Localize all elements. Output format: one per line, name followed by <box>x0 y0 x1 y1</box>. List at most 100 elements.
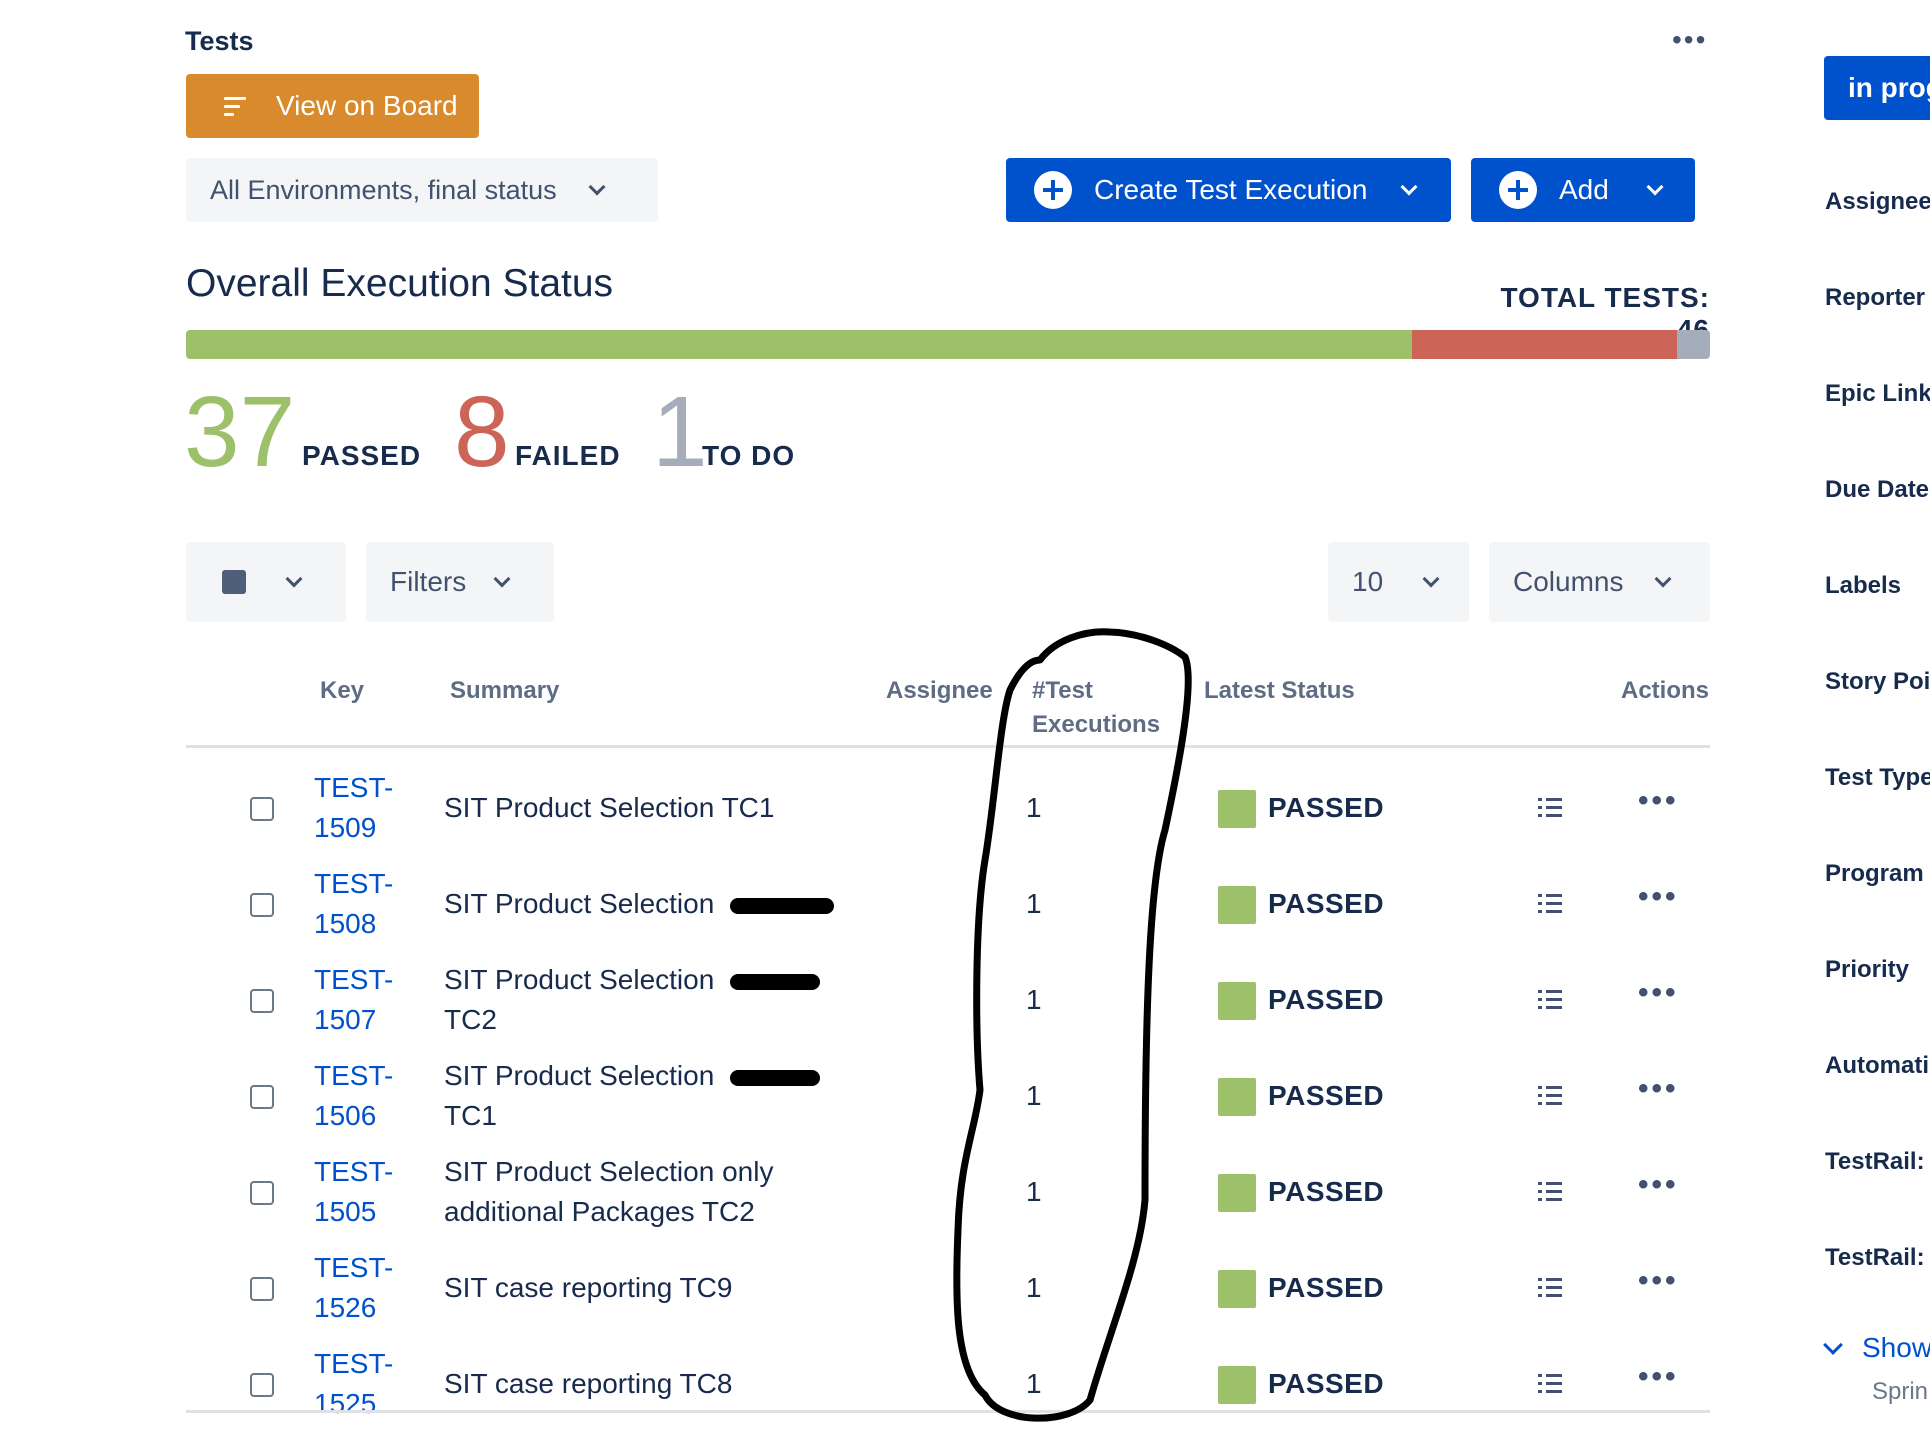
column-header-summary[interactable]: Summary <box>450 674 559 708</box>
section-title: Tests <box>185 26 254 56</box>
row-checkbox[interactable] <box>250 989 274 1013</box>
execution-list-icon[interactable] <box>1538 1278 1562 1297</box>
table-bottom-divider <box>186 1410 1710 1413</box>
execution-list-icon[interactable] <box>1538 1374 1562 1393</box>
environment-filter-select[interactable]: All Environments, final status <box>186 158 658 222</box>
sidebar-field-label: Reporter <box>1825 284 1926 311</box>
bulk-select-dropdown[interactable] <box>186 542 346 622</box>
columns-label: Columns <box>1513 566 1624 597</box>
issue-key-number: 1508 <box>314 908 377 939</box>
row-more-icon[interactable]: ••• <box>1638 880 1679 914</box>
issue-key-link[interactable]: TEST- 1526 <box>314 1248 414 1328</box>
view-on-board-button[interactable]: View on Board <box>186 74 479 138</box>
column-header-test-executions[interactable]: #Test Executions <box>1032 674 1160 742</box>
chevron-down-icon <box>1646 178 1664 196</box>
latest-status-label: PASSED <box>1268 1176 1385 1207</box>
row-checkbox[interactable] <box>250 1277 274 1301</box>
show-more-label: Show <box>1862 1332 1930 1363</box>
latest-status-label: PASSED <box>1268 984 1385 1015</box>
overall-status-title: Overall Execution Status <box>186 262 614 305</box>
row-more-icon[interactable]: ••• <box>1638 1072 1679 1106</box>
issue-summary: SIT case reporting TC8 <box>444 1364 864 1404</box>
row-more-icon[interactable]: ••• <box>1638 784 1679 818</box>
summary-line1: SIT Product Selection TC1 <box>444 792 775 823</box>
status-color-swatch <box>1218 1366 1256 1404</box>
execution-list-icon[interactable] <box>1538 798 1562 817</box>
create-test-execution-button[interactable]: Create Test Execution <box>1006 158 1451 222</box>
passed-count: 37 <box>184 376 296 488</box>
issue-key-number: 1525 <box>314 1388 377 1419</box>
sidebar-field-label: Test Type <box>1825 764 1930 791</box>
chevron-down-icon <box>1823 1335 1843 1355</box>
columns-dropdown[interactable]: Columns <box>1489 542 1710 622</box>
add-button[interactable]: Add <box>1471 158 1695 222</box>
row-checkbox[interactable] <box>250 797 274 821</box>
sidebar-field-label: Epic Link <box>1825 380 1930 407</box>
chevron-down-icon <box>1422 570 1440 588</box>
sidebar-field-label: Assignee <box>1825 188 1930 215</box>
board-icon <box>224 96 246 116</box>
issue-key-link[interactable]: TEST- 1505 <box>314 1152 414 1232</box>
latest-status-label: PASSED <box>1268 1272 1385 1303</box>
status-color-swatch <box>1218 1270 1256 1308</box>
add-circle-icon <box>1499 171 1537 209</box>
execution-list-icon[interactable] <box>1538 990 1562 1009</box>
test-executions-count: 1 <box>1026 1368 1042 1399</box>
filters-dropdown[interactable]: Filters <box>366 542 554 622</box>
row-checkbox[interactable] <box>250 1373 274 1397</box>
execution-progress-bar <box>186 330 1710 359</box>
summary-line1: SIT case reporting TC9 <box>444 1272 733 1303</box>
page-size-select[interactable]: 10 <box>1328 542 1469 622</box>
issue-key-link[interactable]: TEST- 1507 <box>314 960 414 1040</box>
execution-list-icon[interactable] <box>1538 894 1562 913</box>
execution-list-icon[interactable] <box>1538 1182 1562 1201</box>
row-more-icon[interactable]: ••• <box>1638 976 1679 1010</box>
issue-key-prefix: TEST- <box>314 1348 394 1379</box>
sidebar-field-label: Labels <box>1825 572 1902 599</box>
row-more-icon[interactable]: ••• <box>1638 1264 1679 1298</box>
view-on-board-label: View on Board <box>276 90 458 121</box>
more-options-icon[interactable]: ••• <box>1672 26 1707 54</box>
latest-status-label: PASSED <box>1268 1080 1385 1111</box>
progress-todo-segment <box>1676 330 1710 359</box>
row-checkbox[interactable] <box>250 1085 274 1109</box>
issue-key-link[interactable]: TEST- 1508 <box>314 864 414 944</box>
row-checkbox[interactable] <box>250 1181 274 1205</box>
issue-key-link[interactable]: TEST- 1506 <box>314 1056 414 1136</box>
issue-summary: SIT case reporting TC9 <box>444 1268 864 1308</box>
chevron-down-icon <box>588 178 606 196</box>
status-color-swatch <box>1218 982 1256 1020</box>
issue-key-link[interactable]: TEST- 1509 <box>314 768 414 848</box>
row-checkbox[interactable] <box>250 893 274 917</box>
table-row: TEST- 1507 SIT Product Selection TC2 1 PASSED… <box>186 956 1710 1052</box>
issue-key-number: 1506 <box>314 1100 377 1131</box>
chevron-down-icon <box>1654 570 1672 588</box>
column-header-assignee[interactable]: Assignee <box>886 674 993 708</box>
todo-count: 1 <box>652 376 708 488</box>
show-more-toggle[interactable]: Show <box>1823 1332 1930 1364</box>
redaction-mark <box>730 1070 820 1086</box>
row-more-icon[interactable]: ••• <box>1638 1360 1679 1394</box>
column-header-latest-status[interactable]: Latest Status <box>1204 674 1355 708</box>
sidebar-field-label: TestRail: I <box>1825 1244 1930 1271</box>
sidebar-field-label: Priority <box>1825 956 1910 983</box>
todo-label: TO DO <box>702 440 796 471</box>
column-header-key[interactable]: Key <box>320 674 364 708</box>
column-header-executions-line2: Executions <box>1032 711 1161 738</box>
test-executions-count: 1 <box>1026 888 1042 919</box>
test-executions-count: 1 <box>1026 792 1042 823</box>
filters-label: Filters <box>390 566 467 597</box>
chevron-down-icon <box>1400 178 1418 196</box>
sidebar-field-label: TestRail: ( <box>1825 1148 1930 1175</box>
issue-key-number: 1505 <box>314 1196 377 1227</box>
execution-list-icon[interactable] <box>1538 1086 1562 1105</box>
latest-status-label: PASSED <box>1268 792 1385 823</box>
test-executions-count: 1 <box>1026 1080 1042 1111</box>
status-button[interactable]: in prog <box>1824 56 1930 120</box>
redaction-mark <box>730 898 834 914</box>
select-all-checkbox-icon <box>222 570 246 594</box>
row-more-icon[interactable]: ••• <box>1638 1168 1679 1202</box>
status-color-swatch <box>1218 790 1256 828</box>
sidebar-field-label: Story Poi <box>1825 668 1930 695</box>
issue-key-prefix: TEST- <box>314 1156 394 1187</box>
